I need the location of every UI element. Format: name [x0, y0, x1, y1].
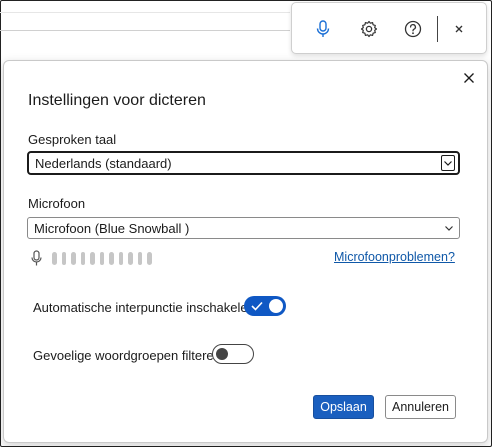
close-icon: [464, 73, 474, 83]
language-select[interactable]: Nederlands (standaard): [27, 151, 460, 175]
toolbar-close-button[interactable]: [447, 17, 471, 41]
close-icon: [455, 25, 463, 33]
language-value: Nederlands (standaard): [35, 155, 172, 171]
gear-icon: [360, 20, 378, 38]
dictation-toolbar: [291, 2, 487, 54]
microphone-icon: [316, 20, 330, 37]
background-divider: [0, 30, 290, 31]
sensitive-filter-toggle[interactable]: [212, 344, 254, 364]
cancel-button[interactable]: Annuleren: [385, 395, 456, 419]
microphone-value: Microfoon (Blue Snowball ): [34, 220, 190, 236]
auto-punctuation-label: Automatische interpunctie inschakelen: [33, 300, 255, 315]
toggle-knob: [269, 299, 283, 313]
auto-punctuation-toggle[interactable]: [244, 296, 286, 316]
save-button[interactable]: Opslaan: [313, 395, 374, 419]
microphone-level-meter: [52, 252, 152, 266]
help-button[interactable]: [401, 17, 425, 41]
microphone-button[interactable]: [311, 17, 335, 41]
background-divider: [0, 12, 290, 13]
toolbar-divider: [437, 16, 438, 42]
language-label: Gesproken taal: [28, 132, 117, 147]
settings-button[interactable]: [357, 17, 381, 41]
dialog-title: Instellingen voor dicteren: [28, 92, 206, 109]
chevron-down-icon: [441, 155, 455, 171]
dialog-close-button[interactable]: [458, 67, 480, 89]
microphone-icon: [31, 250, 42, 266]
microphone-label: Microfoon: [28, 196, 86, 211]
dictation-settings-dialog: Instellingen voor dicteren Gesproken taa…: [3, 60, 488, 443]
toggle-knob: [216, 348, 228, 360]
sensitive-filter-label: Gevoelige woordgroepen filteren: [33, 348, 221, 363]
microphone-select[interactable]: Microfoon (Blue Snowball ): [27, 217, 460, 239]
chevron-down-icon: [442, 220, 456, 236]
question-circle-icon: [404, 20, 422, 38]
checkmark-icon: [251, 301, 263, 311]
microphone-problems-link[interactable]: Microfoonproblemen?: [334, 250, 455, 264]
